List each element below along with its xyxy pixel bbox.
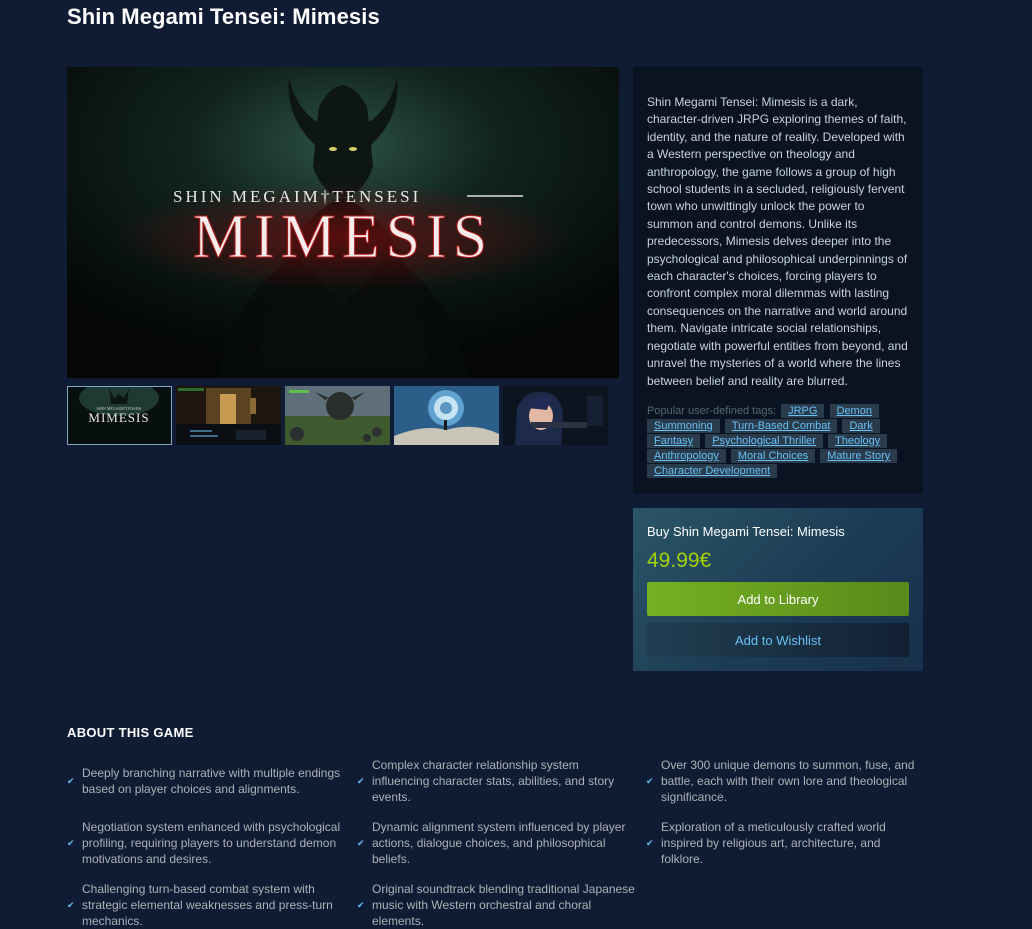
feature-text: Dynamic alignment system influenced by p… — [372, 820, 626, 866]
feature-item: ✔ Exploration of a meticulously crafted … — [646, 819, 918, 867]
page-title: Shin Megami Tensei: Mimesis — [67, 4, 380, 29]
tag-theology[interactable]: Theology — [828, 433, 888, 448]
feature-text: Challenging turn-based combat system wit… — [82, 882, 333, 928]
thumbnail-5[interactable] — [503, 386, 608, 445]
thumbnail-2[interactable] — [176, 386, 281, 445]
thumbnail-1[interactable]: SHIN MEGAIM†TENSESI MIMESIS — [67, 386, 172, 445]
check-icon: ✔ — [67, 776, 75, 786]
feature-text: Negotiation system enhanced with psychol… — [82, 820, 341, 866]
feature-item: ✔ Complex character relationship system … — [357, 757, 637, 805]
check-icon: ✔ — [67, 900, 75, 910]
game-description: Shin Megami Tensei: Mimesis is a dark, c… — [647, 95, 908, 388]
feature-item: ✔ Challenging turn-based combat system w… — [67, 881, 347, 929]
purchase-panel: Buy Shin Megami Tensei: Mimesis 49.99€ A… — [633, 508, 923, 671]
hero-artwork: SHIN MEGAIM†TENSESI MIMESIS — [67, 67, 619, 378]
hero-logo-title: MIMESIS — [193, 203, 493, 271]
feature-text: Original soundtrack blending traditional… — [372, 882, 635, 928]
check-icon: ✔ — [646, 838, 654, 848]
feature-item: ✔ Dynamic alignment system influenced by… — [357, 819, 637, 867]
about-heading: ABOUT THIS GAME — [67, 725, 194, 740]
add-to-wishlist-button[interactable]: Add to Wishlist — [647, 623, 909, 657]
user-tags: Popular user-defined tags: JRPG Demon Su… — [647, 403, 909, 479]
thumbnail-4[interactable] — [394, 386, 499, 445]
feature-item: ✔ Deeply branching narrative with multip… — [67, 765, 347, 797]
feature-text: Exploration of a meticulously crafted wo… — [661, 820, 886, 866]
feature-item: ✔ Negotiation system enhanced with psych… — [67, 819, 347, 867]
check-icon: ✔ — [357, 776, 365, 786]
tag-mature-story[interactable]: Mature Story — [820, 448, 898, 463]
feature-text: Over 300 unique demons to summon, fuse, … — [661, 758, 915, 804]
tags-label: Popular user-defined tags: — [647, 404, 777, 417]
tag-psychological-thriller[interactable]: Psychological Thriller — [705, 433, 823, 448]
add-to-wishlist-label: Add to Wishlist — [735, 632, 821, 648]
add-to-library-label: Add to Library — [737, 591, 819, 607]
thumb-logo-title: MIMESIS — [88, 410, 149, 425]
thumbnail-3[interactable] — [285, 386, 390, 445]
screenshot-thumbnails: SHIN MEGAIM†TENSESI MIMESIS — [67, 386, 608, 445]
tag-anthropology[interactable]: Anthropology — [647, 448, 726, 463]
tag-moral-choices[interactable]: Moral Choices — [730, 448, 816, 463]
tag-turn-based-combat[interactable]: Turn-Based Combat — [724, 418, 838, 433]
check-icon: ✔ — [646, 776, 654, 786]
feature-text: Complex character relationship system in… — [372, 758, 615, 804]
purchase-title: Buy Shin Megami Tensei: Mimesis — [647, 524, 845, 539]
feature-item: ✔ Original soundtrack blending tradition… — [357, 881, 637, 929]
game-description-panel: Shin Megami Tensei: Mimesis is a dark, c… — [633, 67, 923, 494]
add-to-library-button[interactable]: Add to Library — [647, 582, 909, 616]
check-icon: ✔ — [357, 838, 365, 848]
price: 49.99€ — [647, 549, 712, 572]
feature-text: Deeply branching narrative with multiple… — [82, 766, 341, 796]
tag-character-development[interactable]: Character Development — [647, 463, 778, 478]
hero-image[interactable]: SHIN MEGAIM†TENSESI MIMESIS — [67, 67, 619, 378]
tag-jrpg[interactable]: JRPG — [781, 403, 825, 418]
check-icon: ✔ — [357, 900, 365, 910]
feature-item: ✔ Over 300 unique demons to summon, fuse… — [646, 757, 918, 805]
check-icon: ✔ — [67, 838, 75, 848]
